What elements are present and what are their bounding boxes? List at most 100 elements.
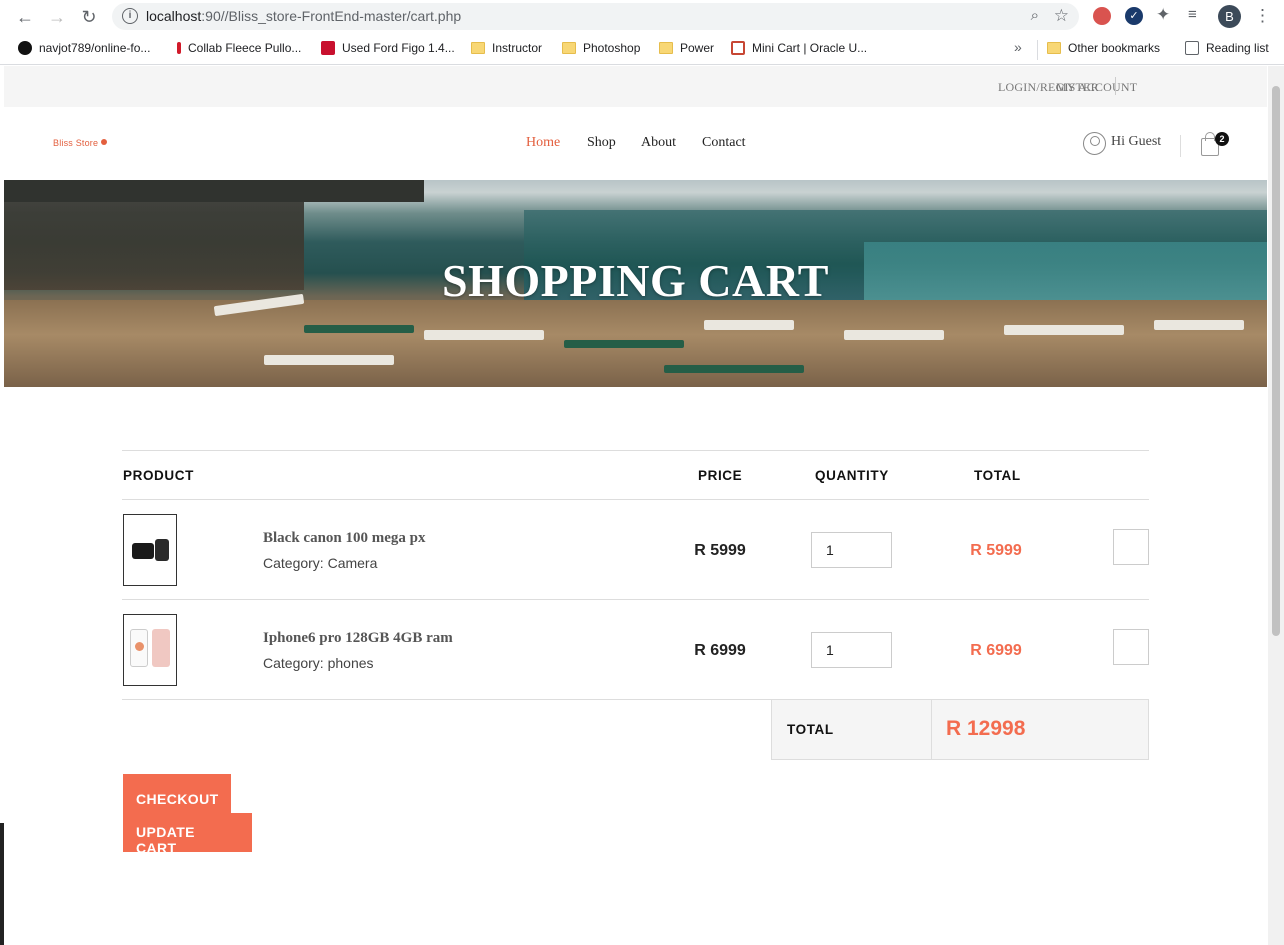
product-thumbnail[interactable] xyxy=(123,614,177,686)
nav-home[interactable]: Home xyxy=(526,135,560,151)
bookmark-star-icon[interactable]: ☆ xyxy=(1054,6,1069,26)
checkout-button[interactable]: CHECKOUT xyxy=(123,774,231,813)
update-cart-button[interactable]: UPDATE CART xyxy=(123,813,252,856)
product-price: R 5999 xyxy=(694,542,746,559)
oracle-icon xyxy=(731,41,745,55)
hero-banner: SHOPPING CART xyxy=(4,180,1267,387)
product-thumbnail[interactable] xyxy=(123,514,177,586)
extensions-puzzle-icon[interactable]: ✦ xyxy=(1156,5,1174,24)
bookmark-label: Other bookmarks xyxy=(1068,41,1161,55)
header-total: TOTAL xyxy=(974,468,1021,483)
header-product: PRODUCT xyxy=(123,468,194,483)
site-logo[interactable]: Bliss Store xyxy=(53,138,108,148)
bookmarks-divider xyxy=(1037,40,1038,60)
page-title: SHOPPING CART xyxy=(442,255,829,306)
browser-menu-icon[interactable]: ⋮ xyxy=(1254,6,1271,26)
logo-text: Bliss Store xyxy=(53,138,99,148)
total-label: TOTAL xyxy=(787,722,834,737)
folder-icon xyxy=(471,42,485,54)
line-total: R 5999 xyxy=(970,542,1022,559)
bookmark-folder[interactable]: Power xyxy=(659,41,714,55)
user-greeting[interactable]: Hi Guest xyxy=(1111,134,1161,150)
browser-toolbar: ← → ↻ i localhost:90//Bliss_store-FrontE… xyxy=(0,0,1284,33)
header-price: PRICE xyxy=(698,468,743,483)
hero-roof xyxy=(4,180,424,202)
logo-dot xyxy=(101,139,108,145)
more-bookmarks-icon[interactable]: » xyxy=(1014,39,1022,55)
hero-chair xyxy=(1004,325,1124,335)
remove-item-button[interactable] xyxy=(1113,529,1149,565)
table-row: Iphone6 pro 128GB 4GB ram Category: phon… xyxy=(122,600,1149,700)
address-bar[interactable]: i localhost:90//Bliss_store-FrontEnd-mas… xyxy=(112,3,1079,30)
bookmark-item[interactable]: Used Ford Figo 1.4... xyxy=(321,41,455,55)
zoom-icon[interactable]: ⌕ xyxy=(1031,7,1039,24)
site-header: Bliss Store Home Shop About Contact Hi G… xyxy=(4,107,1267,180)
reload-icon[interactable]: ↻ xyxy=(78,6,100,28)
extension-red-icon[interactable] xyxy=(1093,7,1111,25)
quantity-input[interactable] xyxy=(811,532,892,568)
back-arrow-icon[interactable]: ← xyxy=(14,6,36,28)
folder-icon xyxy=(1047,42,1061,54)
other-bookmarks-folder[interactable]: Other bookmarks xyxy=(1047,41,1160,55)
bookmark-folder[interactable]: Instructor xyxy=(471,41,542,55)
product-name[interactable]: Black canon 100 mega px xyxy=(263,530,426,547)
bookmark-dot-icon xyxy=(177,42,181,54)
top-bar: LOGIN/REGISTER MY ACCOUNT xyxy=(4,66,1267,107)
page-viewport: LOGIN/REGISTER MY ACCOUNT Bliss Store Ho… xyxy=(4,66,1267,945)
cart-total-box: TOTAL R 12998 xyxy=(771,699,1149,760)
grand-total: R 12998 xyxy=(946,717,1026,740)
total-divider xyxy=(931,700,932,759)
bookmark-folder[interactable]: Photoshop xyxy=(562,41,640,55)
forward-arrow-icon[interactable]: → xyxy=(46,6,68,28)
product-price: R 6999 xyxy=(694,642,746,659)
hero-cushion xyxy=(564,340,684,348)
bookmark-label: Photoshop xyxy=(583,41,641,55)
product-name[interactable]: Iphone6 pro 128GB 4GB ram xyxy=(263,630,453,647)
phone-front-image xyxy=(130,629,148,667)
nav-about[interactable]: About xyxy=(641,135,676,151)
camera-image xyxy=(132,543,154,559)
bookmark-label: Mini Cart | Oracle U... xyxy=(752,41,868,55)
nav-contact[interactable]: Contact xyxy=(702,135,746,151)
remove-item-button[interactable] xyxy=(1113,629,1149,665)
media-queue-icon[interactable]: ≡ xyxy=(1188,6,1206,24)
bookmark-item[interactable]: Mini Cart | Oracle U... xyxy=(731,41,867,55)
hero-chair xyxy=(264,355,394,365)
product-category: Category: phones xyxy=(263,655,374,671)
bookmark-item[interactable]: Collab Fleece Pullo... xyxy=(177,41,301,55)
url-path: :90//Bliss_store-FrontEnd-master/cart.ph… xyxy=(201,8,462,24)
extension-check-icon[interactable]: ✓ xyxy=(1125,7,1143,25)
product-category: Category: Camera xyxy=(263,555,378,571)
address-url[interactable]: localhost:90//Bliss_store-FrontEnd-maste… xyxy=(146,8,461,24)
site-icon xyxy=(321,41,335,55)
hero-chair xyxy=(1154,320,1244,330)
bookmark-label: Collab Fleece Pullo... xyxy=(188,41,302,55)
bookmark-label: Reading list xyxy=(1206,41,1269,55)
phone-back-image xyxy=(152,629,170,667)
site-info-icon[interactable]: i xyxy=(122,8,138,24)
profile-avatar[interactable]: B xyxy=(1218,5,1241,28)
reading-list-button[interactable]: Reading list xyxy=(1185,41,1269,55)
scrollbar-thumb[interactable] xyxy=(1272,86,1280,636)
url-host: localhost xyxy=(146,8,202,24)
hero-chair xyxy=(424,330,544,340)
bookmark-label: Used Ford Figo 1.4... xyxy=(342,41,455,55)
page-scrollbar[interactable] xyxy=(1268,66,1284,945)
hero-chair xyxy=(844,330,944,340)
folder-icon xyxy=(562,42,576,54)
folder-icon xyxy=(659,42,673,54)
bookmark-label: Power xyxy=(680,41,715,55)
hero-cushion xyxy=(304,325,414,333)
bookmarks-bar: navjot789/online-fo... Collab Fleece Pul… xyxy=(0,33,1284,65)
table-row: Black canon 100 mega px Category: Camera… xyxy=(122,500,1149,600)
bookmark-label: navjot789/online-fo... xyxy=(39,41,151,55)
hero-chair xyxy=(704,320,794,330)
user-icon[interactable] xyxy=(1083,132,1106,155)
reading-list-icon xyxy=(1185,41,1199,55)
bookmark-item[interactable]: navjot789/online-fo... xyxy=(18,41,150,55)
bookmark-label: Instructor xyxy=(492,41,543,55)
my-account-link[interactable]: MY ACCOUNT xyxy=(1056,80,1137,95)
line-total: R 6999 xyxy=(970,642,1022,659)
quantity-input[interactable] xyxy=(811,632,892,668)
nav-shop[interactable]: Shop xyxy=(587,135,616,151)
